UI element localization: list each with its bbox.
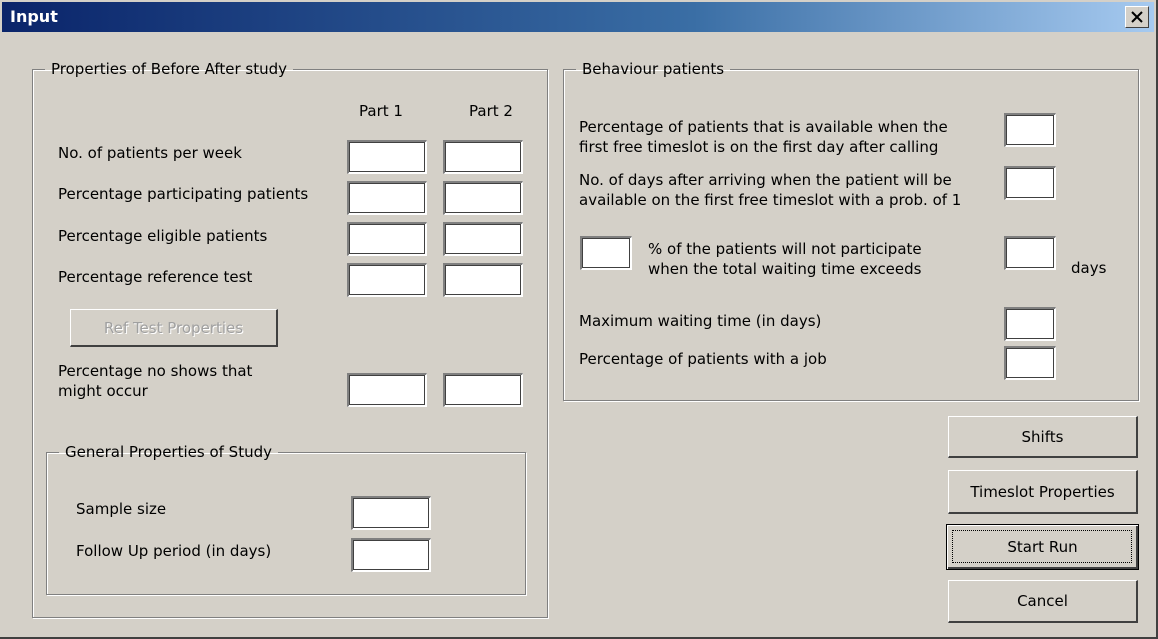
eligible-patients-label: Percentage eligible patients — [58, 227, 268, 245]
patients-per-week-label: No. of patients per week — [58, 144, 242, 162]
cancel-label: Cancel — [1017, 592, 1068, 610]
shifts-button[interactable]: Shifts — [948, 416, 1138, 458]
no-shows-label-line2: might occur — [58, 382, 148, 400]
shifts-label: Shifts — [1021, 427, 1064, 446]
part1-header: Part 1 — [359, 102, 403, 120]
days-after-label-line1: No. of days after arriving when the pati… — [579, 171, 952, 189]
input-dialog: Input Properties of Before After study P… — [0, 0, 1158, 639]
general-properties-group: General Properties of Study — [46, 443, 526, 595]
reference-test-part1-input[interactable] — [347, 263, 427, 297]
available-label-line2: first free timeslot is on the first day … — [579, 138, 939, 156]
behaviour-legend: Behaviour patients — [582, 60, 725, 78]
reference-test-label: Percentage reference test — [58, 268, 253, 286]
exceeds-days-input[interactable] — [1004, 236, 1056, 270]
max-wait-label: Maximum waiting time (in days) — [579, 312, 822, 330]
eligible-part2-input[interactable] — [443, 222, 523, 256]
days-after-input[interactable] — [1004, 166, 1056, 200]
days-after-label-line2: available on the first free timeslot wit… — [579, 191, 962, 209]
participating-patients-label: Percentage participating patients — [58, 185, 309, 203]
sample-size-input[interactable] — [351, 496, 431, 530]
follow-up-input[interactable] — [351, 538, 431, 572]
no-shows-part1-input[interactable] — [347, 373, 427, 407]
no-shows-label-line1: Percentage no shows that — [58, 362, 253, 380]
ref-test-properties-label: Ref Test Properties — [103, 318, 244, 337]
not-participate-percent-input[interactable] — [580, 236, 632, 270]
eligible-part1-input[interactable] — [347, 222, 427, 256]
window-title: Input — [10, 7, 58, 26]
ref-test-properties-button[interactable]: Ref Test Properties — [70, 309, 278, 347]
title-bar[interactable]: Input — [2, 2, 1154, 32]
available-input[interactable] — [1004, 113, 1056, 147]
close-icon — [1131, 11, 1143, 23]
patients-per-week-part2-input[interactable] — [443, 140, 523, 174]
cancel-button[interactable]: Cancel — [948, 580, 1138, 623]
not-participate-label-line2: when the total waiting time exceeds — [648, 260, 922, 278]
max-wait-input[interactable] — [1004, 307, 1056, 341]
job-input[interactable] — [1004, 346, 1056, 380]
patients-per-week-part1-input[interactable] — [347, 140, 427, 174]
no-shows-part2-input[interactable] — [443, 373, 523, 407]
days-unit-label: days — [1071, 259, 1107, 277]
before-after-legend: Properties of Before After study — [51, 60, 288, 78]
reference-test-part2-input[interactable] — [443, 263, 523, 297]
participating-part2-input[interactable] — [443, 181, 523, 215]
part2-header: Part 2 — [469, 102, 513, 120]
timeslot-properties-label: Timeslot Properties — [970, 482, 1115, 501]
follow-up-label: Follow Up period (in days) — [76, 542, 272, 560]
general-properties-legend: General Properties of Study — [65, 443, 272, 461]
job-label: Percentage of patients with a job — [579, 350, 827, 368]
sample-size-label: Sample size — [76, 500, 167, 518]
timeslot-properties-button[interactable]: Timeslot Properties — [948, 470, 1138, 514]
focus-rect — [952, 530, 1132, 563]
not-participate-label-line1: % of the patients will not participate — [648, 240, 922, 258]
participating-part1-input[interactable] — [347, 181, 427, 215]
close-button[interactable] — [1125, 6, 1149, 28]
available-label-line1: Percentage of patients that is available… — [579, 118, 948, 136]
start-run-button[interactable]: Start Run — [946, 524, 1139, 570]
